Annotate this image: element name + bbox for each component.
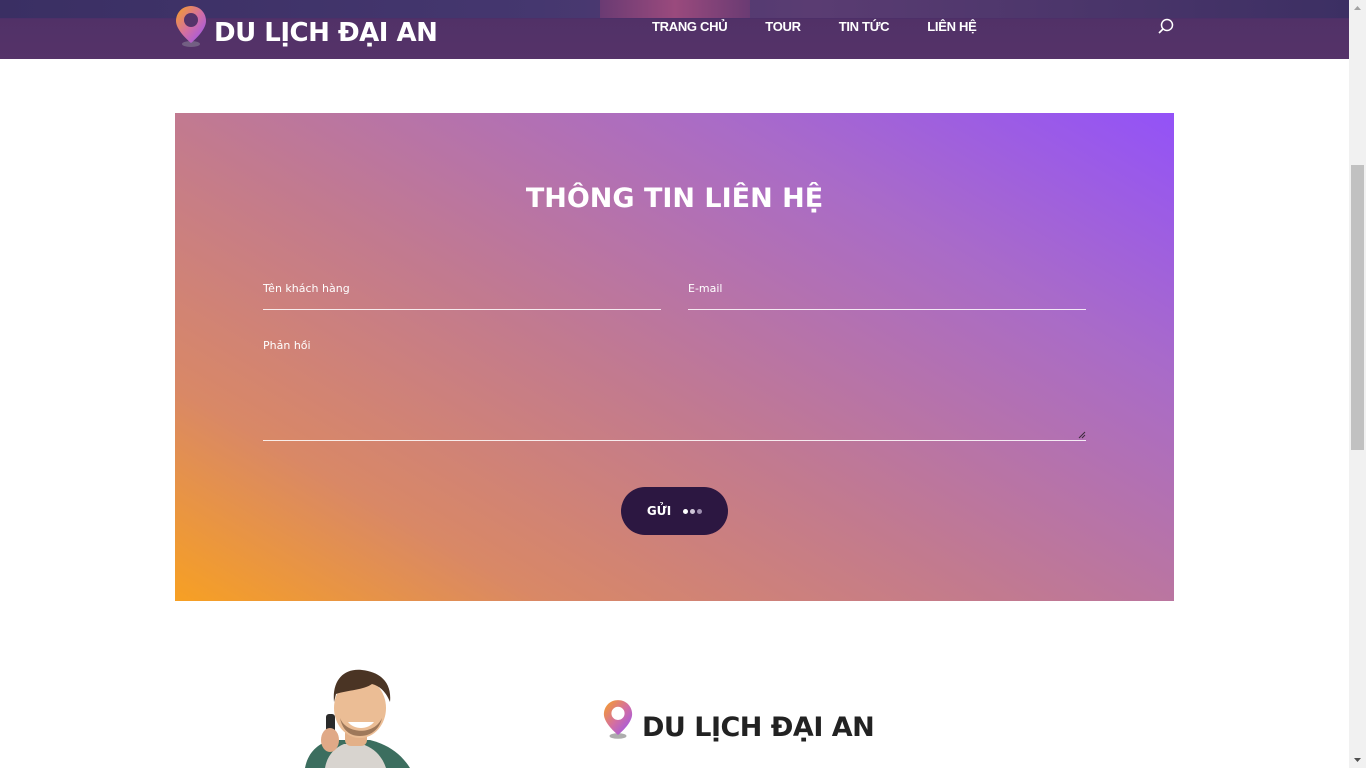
footer-logo[interactable]: DU LỊCH ĐẠI AN — [602, 694, 875, 743]
brand-name: DU LỊCH ĐẠI AN — [214, 18, 438, 48]
send-button-label: GỬI — [646, 504, 672, 518]
resize-handle-icon[interactable] — [1078, 431, 1086, 439]
email-field[interactable]: E-mail — [688, 278, 1086, 310]
customer-name-field[interactable]: Tên khách hàng — [263, 278, 661, 310]
nav-tour[interactable]: TOUR — [765, 19, 801, 34]
footer-brand-name: DU LỊCH ĐẠI AN — [642, 712, 875, 743]
nav-home[interactable]: TRANG CHỦ — [652, 19, 728, 34]
contact-title: THÔNG TIN LIÊN HỆ — [525, 183, 824, 214]
feedback-textarea[interactable]: Phản hồi — [263, 335, 1086, 441]
location-pin-icon — [603, 699, 633, 739]
nav-contact[interactable]: LIÊN HỆ — [927, 19, 976, 34]
top-header: DU LỊCH ĐẠI AN TRANG CHỦ TOUR TIN TỨC LI… — [0, 0, 1349, 59]
site-logo[interactable]: DU LỊCH ĐẠI AN — [174, 4, 438, 48]
scroll-down-arrow-icon[interactable] — [1349, 751, 1366, 768]
customer-support-person-image — [305, 669, 410, 768]
customer-name-placeholder: Tên khách hàng — [263, 282, 350, 295]
email-placeholder: E-mail — [688, 282, 723, 295]
scroll-up-arrow-icon[interactable] — [1349, 0, 1366, 17]
feedback-placeholder: Phản hồi — [263, 339, 311, 352]
send-button[interactable]: GỬI — [621, 487, 728, 535]
location-pin-icon — [176, 6, 206, 47]
search-icon[interactable] — [1157, 18, 1175, 36]
main-nav: TRANG CHỦ TOUR TIN TỨC LIÊN HỆ — [652, 19, 977, 34]
nav-news[interactable]: TIN TỨC — [839, 19, 890, 34]
page-scrollbar[interactable] — [1349, 0, 1366, 768]
banner-image — [600, 0, 750, 18]
contact-section: THÔNG TIN LIÊN HỆ Tên khách hàng E-mail … — [175, 113, 1174, 601]
loading-dots-icon — [683, 508, 703, 514]
scroll-thumb[interactable] — [1351, 165, 1364, 450]
